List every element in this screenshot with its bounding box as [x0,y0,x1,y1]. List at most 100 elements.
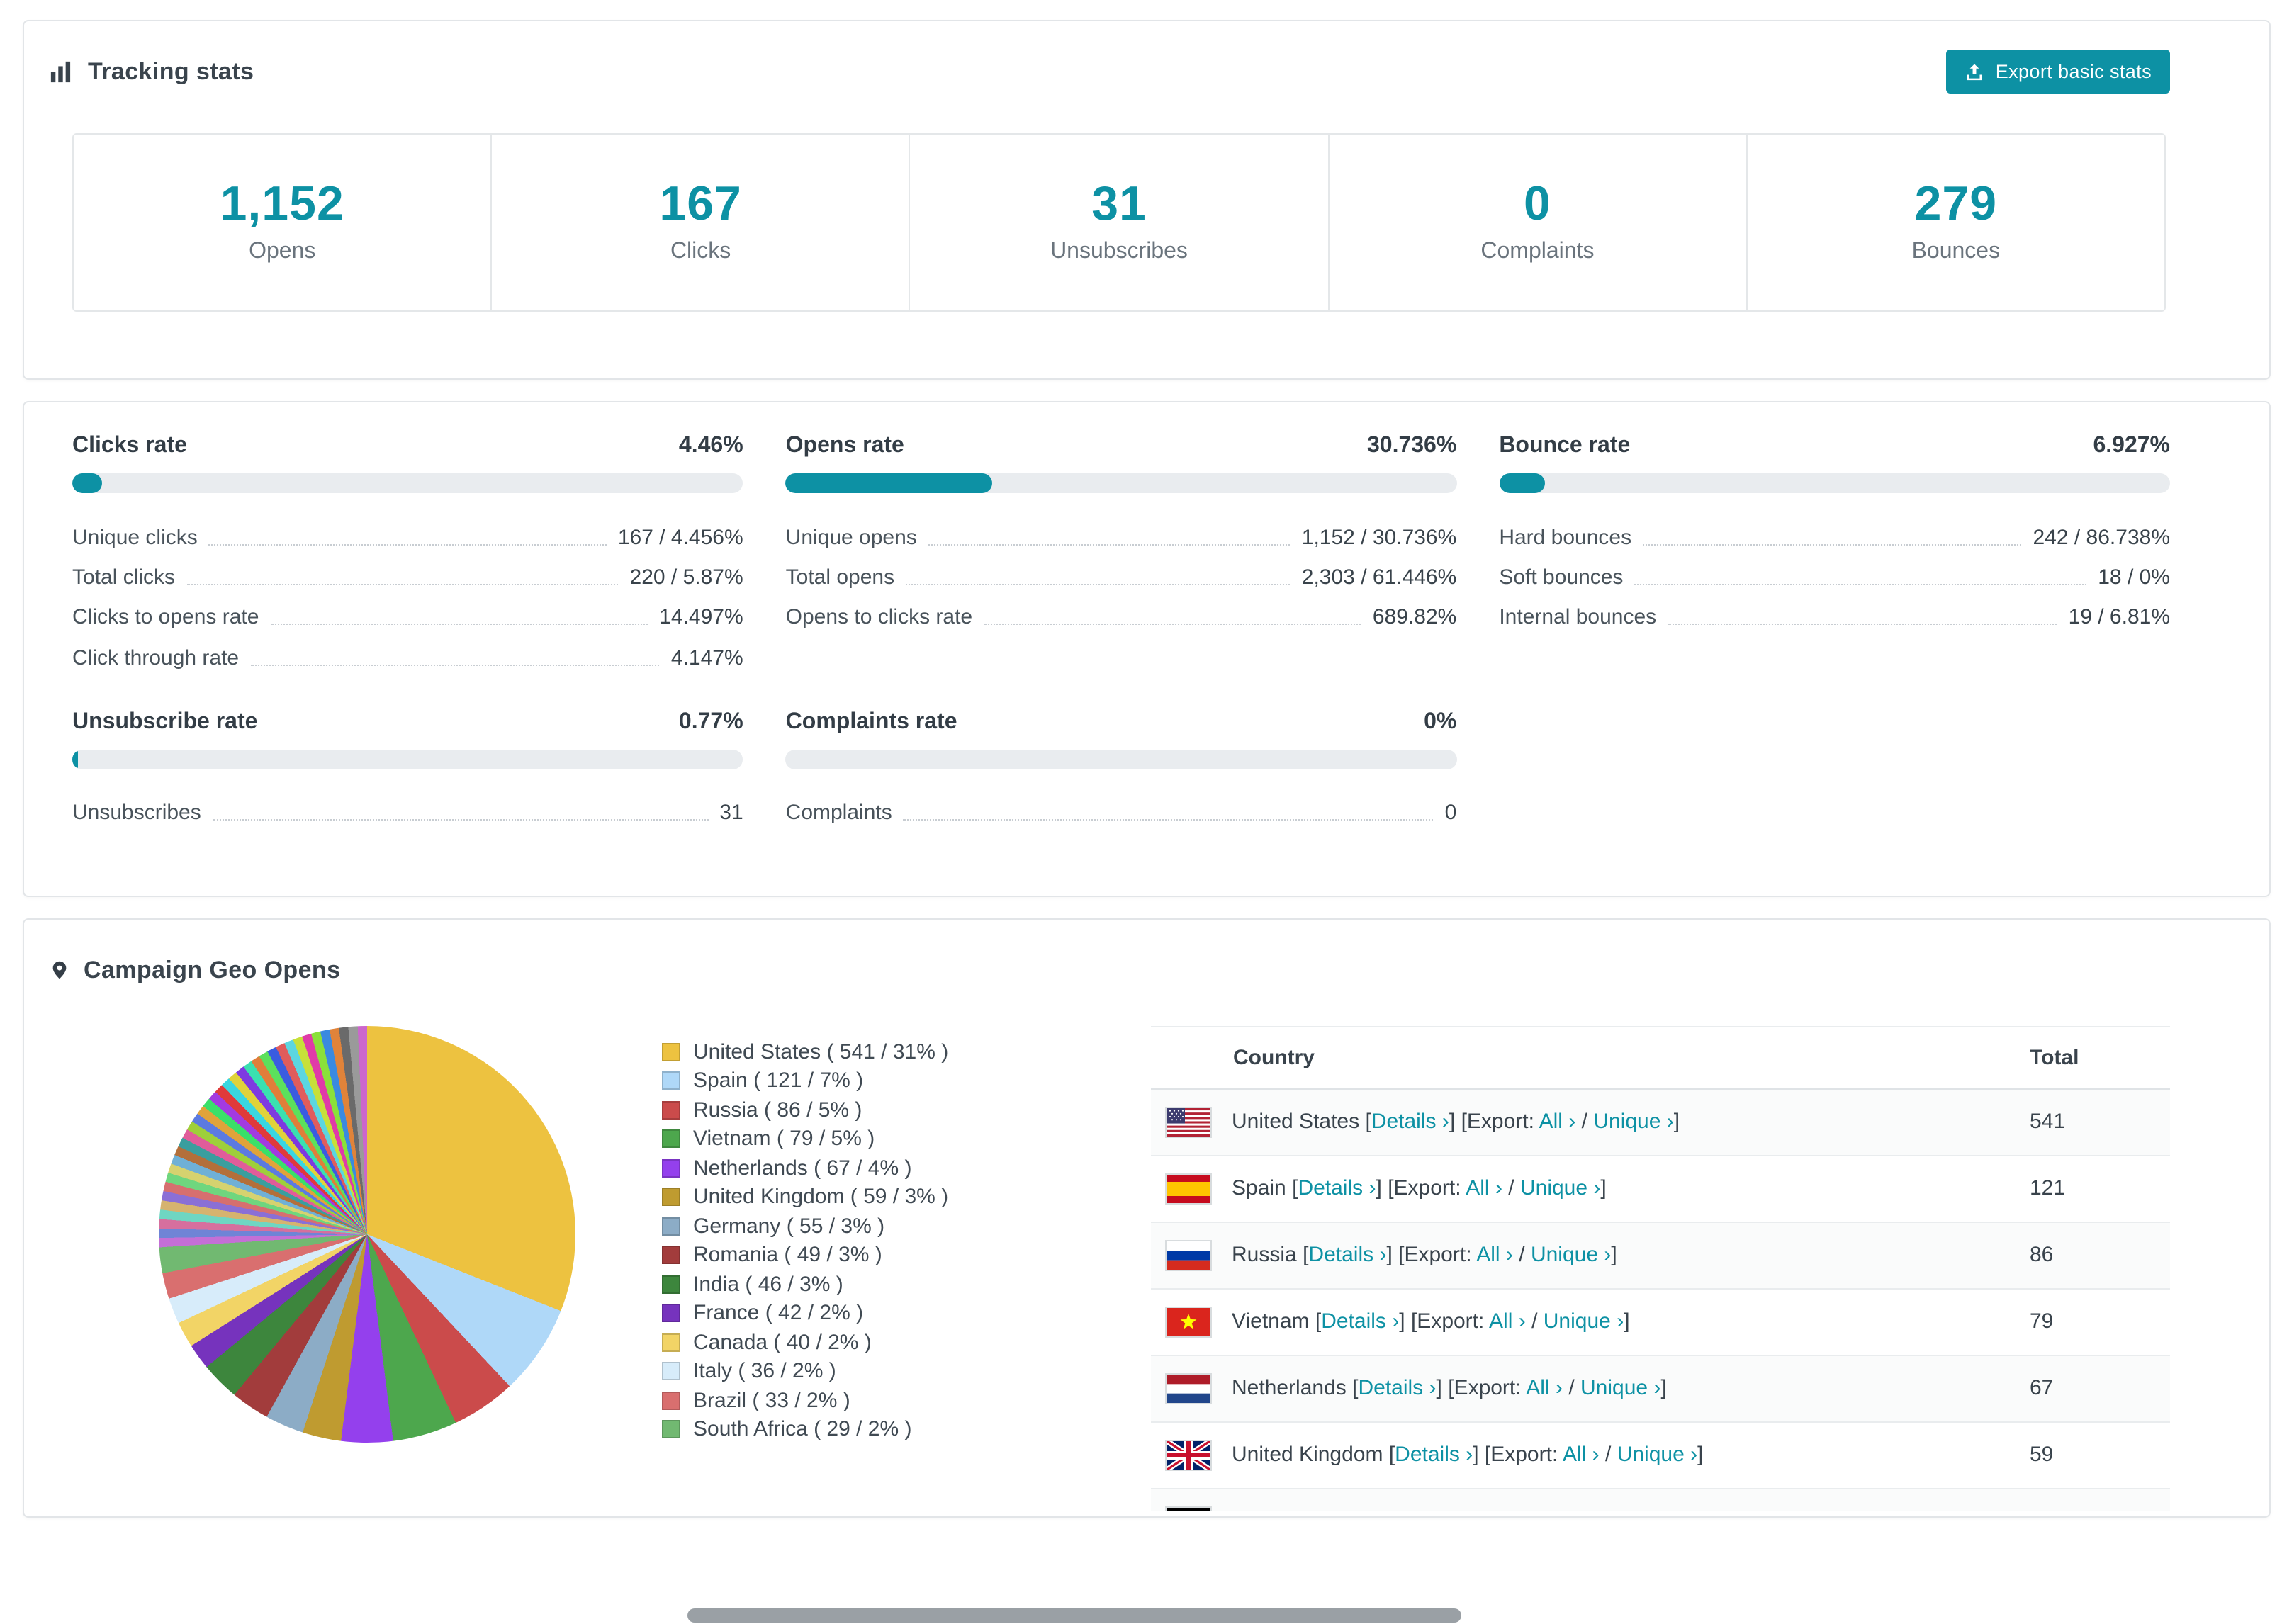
legend-label: Romania ( 49 / 3% ) [693,1243,882,1268]
horizontal-scrollbar-thumb[interactable] [687,1608,1461,1623]
campaign-geo-opens-title-text: Campaign Geo Opens [84,956,341,983]
bracket-close: ] [1449,1110,1456,1134]
complaints-rate-title: Complaints rate [785,709,957,733]
campaign-geo-opens-title: Campaign Geo Opens [50,957,2170,985]
bracket-close: ] [1386,1243,1393,1268]
stat-box: 279 Bounces [1746,135,2164,310]
bracket-open: [ [1315,1309,1322,1334]
chevron-right-icon: › [1379,1243,1387,1268]
stat-row-value: 31 [719,801,743,825]
export-basic-stats-label: Export basic stats [1995,61,2152,82]
export-unique-link[interactable]: Unique › [1553,1510,1634,1511]
total-cell: 121 [2016,1155,2170,1223]
clicks-rate-title: Clicks rate [72,434,187,458]
details-link[interactable]: Details › [1321,1310,1399,1334]
export-unique-link[interactable]: Unique › [1531,1244,1611,1268]
bracket-close: ] [1634,1510,1639,1511]
details-link[interactable]: Details › [1395,1443,1473,1467]
bounce-rate-panel: Bounce rate 6.927% Hard bounces 242 / 86.… [1499,434,2170,678]
export-unique-link[interactable]: Unique › [1544,1310,1624,1334]
legend-label: Brazil ( 33 / 2% ) [693,1388,850,1413]
stat-value: 31 [1091,177,1147,231]
tracking-stats-title-text: Tracking stats [88,57,254,84]
chevron-right-icon: › [1466,1443,1473,1467]
stat-row-label: Click through rate [72,645,240,670]
total-cell: 59 [2016,1421,2170,1489]
country-cell: United Kingdom [Details ›] [Export: All … [1151,1421,2016,1489]
export-basic-stats-button[interactable]: Export basic stats [1945,50,2170,94]
stat-box: 0 Complaints [1327,135,1746,310]
export-unique-link[interactable]: Unique › [1520,1177,1600,1201]
export-all-link[interactable]: All › [1563,1443,1600,1467]
export-unique-link[interactable]: Unique › [1593,1110,1673,1134]
export-unique-link[interactable]: Unique › [1617,1443,1697,1467]
bracket-close: ] [1600,1176,1607,1201]
details-link[interactable]: Details › [1358,1377,1436,1401]
slash-separator: / [1568,1376,1575,1401]
stat-row-label: Complaints [785,801,892,825]
chevron-right-icon: › [1368,1176,1376,1201]
bracket-close: ] [1660,1376,1667,1401]
bracket-close: ] [1624,1309,1630,1334]
dotted-leader [984,624,1361,626]
legend-label: Vietnam ( 79 / 5% ) [693,1127,875,1151]
bounce-rate-value: 6.927% [2093,434,2170,458]
legend-item: Romania ( 49 / 3% ) [662,1241,1151,1270]
export-all-link[interactable]: All › [1539,1110,1576,1134]
country-name: Netherlands [1232,1376,1347,1401]
geo-table-row: United Kingdom [Details ›] [Export: All … [1151,1421,2170,1489]
country-cell: Russia [Details ›] [Export: All › / Uniq… [1151,1222,2016,1290]
export-all-link[interactable]: All › [1489,1310,1526,1334]
stat-row-value: 220 / 5.87% [629,565,743,590]
bounce-rate-progress-fill [1499,473,1546,493]
bracket-close: ] [1611,1243,1617,1268]
stat-row-value: 0 [1444,801,1457,825]
bracket-close: ] [1473,1443,1479,1467]
stat-row-label: Soft bounces [1499,565,1624,590]
stat-row: Total clicks 220 / 5.87% [72,558,743,598]
legend-color-swatch [662,1042,680,1061]
stat-row-value: 18 / 0% [2098,565,2170,590]
geo-pie-chart-area [72,1025,662,1511]
export-prefix: [Export: [1398,1243,1472,1268]
slash-separator: / [1541,1510,1547,1511]
export-all-link[interactable]: All › [1466,1177,1502,1201]
legend-item: Netherlands ( 67 / 4% ) [662,1154,1151,1183]
stat-row: Unique opens 1,152 / 30.736% [786,517,1457,558]
details-link[interactable]: Details › [1308,1244,1386,1268]
export-unique-link[interactable]: Unique › [1580,1377,1660,1401]
stat-row: Total opens 2,303 / 61.446% [786,558,1457,598]
country-flag-icon [1165,1506,1212,1511]
bracket-close: ] [1399,1309,1405,1334]
export-prefix: [Export: [1388,1176,1461,1201]
geo-table-row: Netherlands [Details ›] [Export: All › /… [1151,1355,2170,1423]
legend-label: United Kingdom ( 59 / 3% ) [693,1185,949,1209]
legend-item: Italy ( 36 / 2% ) [662,1357,1151,1386]
legend-color-swatch [662,1275,680,1294]
stat-row-value: 2,303 / 61.446% [1301,565,1457,590]
country-flag-icon [1165,1239,1212,1271]
details-link[interactable]: Details › [1298,1177,1376,1201]
country-cell: United States [Details ›] [Export: All ›… [1151,1088,2016,1156]
details-link[interactable]: Details › [1331,1510,1409,1511]
rates-card: Clicks rate 4.46% Unique clicks 167 / 4.4… [23,401,2271,897]
dotted-leader [1634,584,2087,586]
export-all-link[interactable]: All › [1476,1244,1513,1268]
clicks-rate-value: 4.46% [678,434,743,458]
chevron-right-icon: › [1592,1443,1600,1467]
export-all-link[interactable]: All › [1499,1510,1536,1511]
stat-row-label: Unsubscribes [72,801,201,825]
legend-label: Spain ( 121 / 7% ) [693,1068,864,1093]
unsubscribe-rate-title: Unsubscribe rate [72,709,258,733]
legend-color-swatch [662,1071,680,1090]
export-all-link[interactable]: All › [1526,1377,1563,1401]
stat-row-label: Unique opens [785,525,917,550]
details-link[interactable]: Details › [1371,1110,1449,1134]
total-cell: 86 [2016,1222,2170,1290]
export-prefix: [Export: [1448,1376,1522,1401]
total-cell: 67 [2016,1355,2170,1423]
legend-color-swatch [662,1362,680,1381]
clicks-rate-progress-bar [72,473,743,493]
chevron-right-icon: › [1568,1110,1576,1134]
stat-row-value: 4.147% [670,645,743,670]
